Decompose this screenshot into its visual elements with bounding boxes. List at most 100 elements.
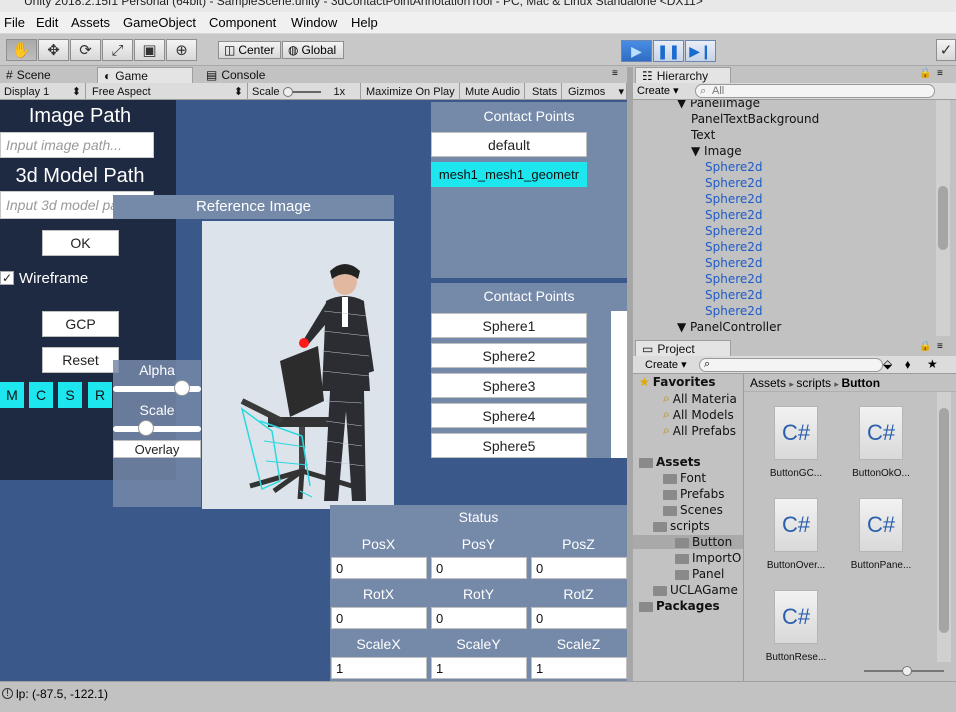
play-button[interactable]: ▶: [621, 40, 652, 62]
hierarchy-scroll-thumb[interactable]: [938, 186, 948, 250]
hierarchy-item[interactable]: Sphere2d: [705, 176, 763, 190]
lock-icon[interactable]: 🔒: [919, 68, 931, 79]
project-tree-item[interactable]: Prefabs: [663, 487, 725, 501]
posz-field[interactable]: 0: [531, 557, 627, 579]
menu-icon[interactable]: ≡: [937, 341, 943, 352]
pivot-toggle-button[interactable]: ◫ Center: [218, 41, 281, 59]
scalez-field[interactable]: 1: [531, 657, 627, 679]
transform-tool-icon[interactable]: ⊕: [166, 39, 197, 61]
hierarchy-item[interactable]: Text: [691, 128, 715, 142]
project-tree-item[interactable]: Button: [633, 535, 743, 549]
csharp-script-icon[interactable]: C#: [774, 498, 818, 552]
scaley-field[interactable]: 1: [431, 657, 527, 679]
hierarchy-search-input[interactable]: ⌕ All: [695, 84, 935, 98]
tab-hierarchy[interactable]: ☷ Hierarchy: [635, 67, 731, 83]
display-dropdown[interactable]: Display 1 ⬍: [0, 83, 86, 100]
files-scrollbar[interactable]: [937, 392, 951, 662]
project-tree-item[interactable]: UCLAGame: [653, 583, 738, 597]
project-tree-item[interactable]: scripts: [653, 519, 710, 533]
project-tree-item[interactable]: Assets: [639, 455, 701, 469]
star-filter-icon[interactable]: ★: [927, 357, 938, 371]
contact-point-mesh-button[interactable]: mesh1_mesh1_geometr: [431, 162, 587, 187]
project-tree-item[interactable]: ⌕ All Prefabs: [663, 423, 736, 438]
menu-icon[interactable]: ≡: [612, 68, 618, 79]
contact-point-default-button[interactable]: default: [431, 132, 587, 157]
roty-field[interactable]: 0: [431, 607, 527, 629]
project-tree-item[interactable]: ⌕ All Models: [663, 407, 734, 422]
account-icon[interactable]: ✓: [936, 39, 956, 61]
stats-toggle[interactable]: Stats: [528, 83, 563, 100]
project-tree-item[interactable]: ⌕ All Materia: [663, 391, 737, 406]
rect-tool-icon[interactable]: ▣: [134, 39, 165, 61]
hand-tool-icon[interactable]: ✋: [6, 39, 37, 61]
project-tree-item[interactable]: ImportO: [675, 551, 741, 565]
scalex-field[interactable]: 1: [331, 657, 427, 679]
menu-gameobject[interactable]: GameObject: [123, 15, 196, 30]
rotx-field[interactable]: 0: [331, 607, 427, 629]
project-tree-item[interactable]: Scenes: [663, 503, 723, 517]
s-button[interactable]: S: [58, 382, 82, 408]
m-button[interactable]: M: [0, 382, 24, 408]
tab-project[interactable]: ▭ Project: [635, 340, 731, 356]
hierarchy-item[interactable]: PanelTextBackground: [691, 112, 819, 126]
move-tool-icon[interactable]: ✥: [38, 39, 69, 61]
csharp-script-icon[interactable]: C#: [859, 498, 903, 552]
rotate-tool-icon[interactable]: ⟳: [70, 39, 101, 61]
mute-audio-toggle[interactable]: Mute Audio: [461, 83, 526, 100]
menu-icon[interactable]: ≡: [937, 68, 943, 79]
sphere4-button[interactable]: Sphere4: [431, 403, 587, 428]
sphere1-button[interactable]: Sphere1: [431, 313, 587, 338]
scale-slider[interactable]: Scale 1x: [248, 83, 361, 100]
hierarchy-item[interactable]: ▼ Image: [691, 144, 742, 158]
scale-tool-icon[interactable]: ⤢: [102, 39, 133, 61]
menu-help[interactable]: Help: [351, 15, 378, 30]
c-button[interactable]: C: [29, 382, 53, 408]
project-tree-item[interactable]: Font: [663, 471, 706, 485]
project-tree-item[interactable]: Packages: [639, 599, 720, 613]
project-tree-item[interactable]: ★ Favorites: [639, 375, 715, 389]
icon-size-knob[interactable]: [902, 666, 912, 676]
breadcrumb-button[interactable]: Button: [841, 376, 880, 390]
image-path-input[interactable]: Input image path...: [0, 132, 154, 158]
menu-edit[interactable]: Edit: [36, 15, 58, 30]
scale-slider-track[interactable]: [113, 426, 201, 432]
menu-assets[interactable]: Assets: [71, 15, 110, 30]
overlay-button[interactable]: Overlay: [113, 440, 201, 458]
sphere2-button[interactable]: Sphere2: [431, 343, 587, 368]
sphere5-button[interactable]: Sphere5: [431, 433, 587, 458]
reference-image[interactable]: [202, 221, 394, 509]
hierarchy-item[interactable]: ▼ PanelController: [677, 320, 781, 334]
lock-icon[interactable]: 🔒: [919, 341, 931, 352]
csharp-script-icon[interactable]: C#: [774, 590, 818, 644]
breadcrumb-scripts[interactable]: scripts: [796, 376, 831, 390]
project-tree-item[interactable]: Panel: [675, 567, 724, 581]
hierarchy-item[interactable]: Sphere2d: [705, 224, 763, 238]
game-view[interactable]: Image Path Input image path... 3d Model …: [0, 100, 627, 681]
breadcrumb-assets[interactable]: Assets: [750, 376, 786, 390]
label-tag-icon[interactable]: ⬧: [905, 357, 910, 372]
icon-size-slider[interactable]: [864, 666, 944, 676]
filter-type-icon[interactable]: ⬙: [883, 357, 892, 371]
csharp-script-icon[interactable]: C#: [774, 406, 818, 460]
menu-file[interactable]: File: [4, 15, 25, 30]
menu-component[interactable]: Component: [209, 15, 276, 30]
ok-button[interactable]: OK: [42, 230, 119, 256]
gcp-button[interactable]: GCP: [42, 311, 119, 337]
hierarchy-item[interactable]: Sphere2d: [705, 304, 763, 318]
pause-button[interactable]: ❚❚: [653, 40, 684, 62]
space-toggle-button[interactable]: ◍ Global: [282, 41, 344, 59]
csharp-script-icon[interactable]: C#: [859, 406, 903, 460]
files-scroll-thumb[interactable]: [939, 408, 949, 633]
hierarchy-item[interactable]: Sphere2d: [705, 272, 763, 286]
maximize-on-play-toggle[interactable]: Maximize On Play: [362, 83, 460, 100]
hierarchy-item[interactable]: Sphere2d: [705, 160, 763, 174]
tab-game[interactable]: ◐ Game: [97, 67, 193, 83]
hierarchy-item[interactable]: Sphere2d: [705, 256, 763, 270]
contact-points-scrollbar[interactable]: [611, 311, 627, 458]
posx-field[interactable]: 0: [331, 557, 427, 579]
rotz-field[interactable]: 0: [531, 607, 627, 629]
step-button[interactable]: ▶❙: [685, 40, 716, 62]
reset-button[interactable]: Reset: [42, 347, 119, 373]
wireframe-checkbox[interactable]: ✓: [0, 271, 14, 285]
aspect-dropdown[interactable]: Free Aspect ⬍: [88, 83, 248, 100]
